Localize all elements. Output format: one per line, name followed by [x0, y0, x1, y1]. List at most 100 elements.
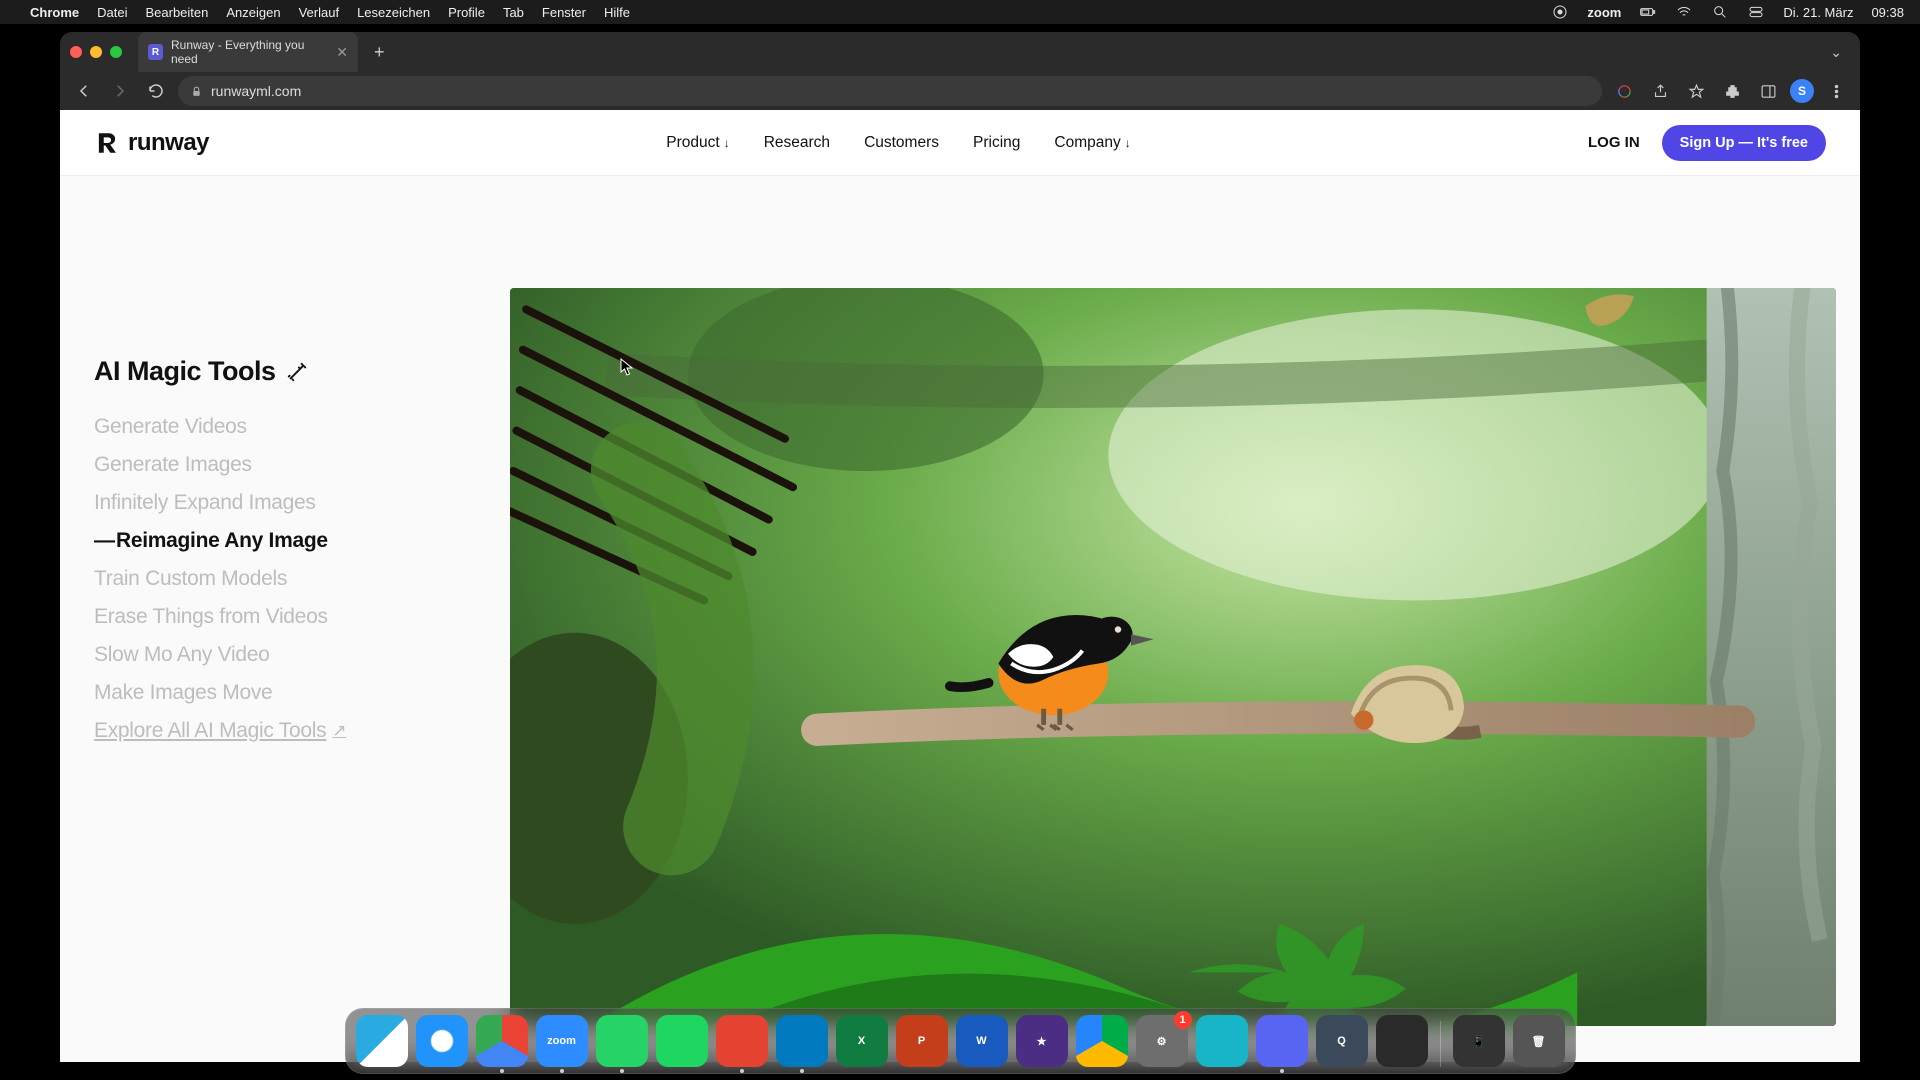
dock-app-todoist[interactable] — [716, 1015, 768, 1067]
menu-help[interactable]: Hilfe — [604, 5, 630, 20]
spotlight-icon[interactable] — [1711, 3, 1729, 21]
browser-toolbar: runwayml.com S — [60, 72, 1860, 110]
extensions-icon[interactable] — [1718, 77, 1746, 105]
wifi-icon[interactable] — [1675, 3, 1693, 21]
tool-generate-videos[interactable]: Generate Videos — [94, 415, 474, 439]
tool-list: Generate Videos Generate Images Infinite… — [94, 415, 474, 743]
nav-pricing[interactable]: Pricing — [973, 134, 1020, 152]
dock-app-settings[interactable]: ⚙1 — [1136, 1015, 1188, 1067]
running-indicator — [1280, 1069, 1284, 1073]
record-icon[interactable] — [1551, 3, 1569, 21]
chevron-down-icon: ↓ — [724, 136, 730, 150]
control-center-icon[interactable] — [1747, 3, 1765, 21]
menu-view[interactable]: Anzeigen — [226, 5, 280, 20]
new-tab-button[interactable]: + — [368, 42, 391, 63]
url-text: runwayml.com — [211, 83, 301, 99]
tool-slowmo[interactable]: Slow Mo Any Video — [94, 643, 474, 667]
tabs-dropdown[interactable]: ⌄ — [1822, 44, 1850, 61]
dock-app-zoom[interactable]: zoom — [536, 1015, 588, 1067]
magic-wand-icon — [286, 361, 308, 383]
dock-separator — [1440, 1021, 1441, 1067]
nav-product[interactable]: Product↓ — [666, 134, 729, 152]
fullscreen-window[interactable] — [110, 46, 122, 58]
menu-history[interactable]: Verlauf — [299, 5, 339, 20]
page-viewport: runway Product↓ Research Customers Prici… — [60, 110, 1860, 1062]
tool-erase-from-videos[interactable]: Erase Things from Videos — [94, 605, 474, 629]
logo-text: runway — [128, 129, 209, 157]
battery-icon[interactable] — [1639, 3, 1657, 21]
site-header: runway Product↓ Research Customers Prici… — [60, 110, 1860, 176]
forward-button[interactable] — [106, 77, 134, 105]
dock-app-app-teal[interactable] — [1196, 1015, 1248, 1067]
running-indicator — [620, 1069, 624, 1073]
kebab-menu[interactable] — [1822, 77, 1850, 105]
dock-app-trello[interactable] — [776, 1015, 828, 1067]
dock-app-discord[interactable] — [1256, 1015, 1308, 1067]
dock-app-word[interactable]: W — [956, 1015, 1008, 1067]
close-window[interactable] — [70, 46, 82, 58]
lock-icon — [190, 85, 203, 98]
browser-tab[interactable]: R Runway - Everything you need ✕ — [138, 32, 358, 72]
tool-reimagine-image[interactable]: Reimagine Any Image — [94, 529, 474, 553]
bookmark-icon[interactable] — [1682, 77, 1710, 105]
demo-image — [510, 288, 1836, 1026]
profile-avatar[interactable]: S — [1790, 79, 1814, 103]
menu-edit[interactable]: Bearbeiten — [145, 5, 208, 20]
dock-app-excel[interactable]: X — [836, 1015, 888, 1067]
gsuite-icon[interactable] — [1610, 77, 1638, 105]
logo-mark-icon — [94, 130, 120, 156]
dock-app-whatsapp[interactable] — [596, 1015, 648, 1067]
dock: zoom XPW★ ⚙1 Q 📱🗑 — [345, 1008, 1576, 1074]
dock-app-quicktime[interactable]: Q — [1316, 1015, 1368, 1067]
menu-file[interactable]: Datei — [97, 5, 127, 20]
nav-company[interactable]: Company↓ — [1054, 134, 1130, 152]
main-content: Try Infinite Image ↗ AI Magic Tools Gene… — [60, 176, 1860, 1062]
tool-explore-all[interactable]: Explore All AI Magic Tools ↗ — [94, 719, 474, 743]
tools-sidebar: AI Magic Tools Generate Videos Generate … — [94, 356, 474, 743]
menu-window[interactable]: Fenster — [542, 5, 586, 20]
dock-app-finder[interactable] — [356, 1015, 408, 1067]
auth-actions: LOG IN Sign Up — It's free — [1588, 125, 1826, 161]
close-tab[interactable]: ✕ — [336, 44, 348, 61]
tab-title: Runway - Everything you need — [171, 38, 324, 66]
tool-generate-images[interactable]: Generate Images — [94, 453, 474, 477]
login-button[interactable]: LOG IN — [1588, 134, 1640, 151]
reload-button[interactable] — [142, 77, 170, 105]
menubar-time[interactable]: 09:38 — [1871, 5, 1904, 20]
brand-logo[interactable]: runway — [94, 129, 209, 157]
running-indicator — [560, 1069, 564, 1073]
minimize-window[interactable] — [90, 46, 102, 58]
dock-app-imovie[interactable]: ★ — [1016, 1015, 1068, 1067]
dock-app-safari[interactable] — [416, 1015, 468, 1067]
menu-profile[interactable]: Profile — [448, 5, 485, 20]
nav-customers[interactable]: Customers — [864, 134, 939, 152]
running-indicator — [800, 1069, 804, 1073]
dock-app-app-dark[interactable] — [1376, 1015, 1428, 1067]
dock-app-trash[interactable]: 🗑 — [1513, 1015, 1565, 1067]
tool-images-move[interactable]: Make Images Move — [94, 681, 474, 705]
dock-app-calculator[interactable]: 📱 — [1453, 1015, 1505, 1067]
dock-app-chrome[interactable] — [476, 1015, 528, 1067]
menu-tab[interactable]: Tab — [503, 5, 524, 20]
app-name[interactable]: Chrome — [30, 5, 79, 20]
tab-favicon: R — [148, 44, 163, 60]
badge: 1 — [1174, 1011, 1192, 1029]
dock-app-drive[interactable] — [1076, 1015, 1128, 1067]
share-icon[interactable] — [1646, 77, 1674, 105]
sidepanel-icon[interactable] — [1754, 77, 1782, 105]
nav-research[interactable]: Research — [764, 134, 830, 152]
tab-strip: R Runway - Everything you need ✕ + ⌄ — [60, 32, 1860, 72]
chevron-down-icon: ↓ — [1125, 136, 1131, 150]
menu-bookmarks[interactable]: Lesezeichen — [357, 5, 430, 20]
dock-app-powerpoint[interactable]: P — [896, 1015, 948, 1067]
cursor-icon — [620, 358, 634, 376]
arrow-up-right-icon: ↗ — [332, 721, 346, 741]
back-button[interactable] — [70, 77, 98, 105]
zoom-menulet[interactable]: zoom — [1587, 5, 1621, 20]
tool-train-models[interactable]: Train Custom Models — [94, 567, 474, 591]
dock-app-spotify[interactable] — [656, 1015, 708, 1067]
menubar-date[interactable]: Di. 21. März — [1783, 5, 1853, 20]
address-bar[interactable]: runwayml.com — [178, 76, 1602, 106]
signup-button[interactable]: Sign Up — It's free — [1662, 125, 1826, 161]
tool-expand-images[interactable]: Infinitely Expand Images — [94, 491, 474, 515]
